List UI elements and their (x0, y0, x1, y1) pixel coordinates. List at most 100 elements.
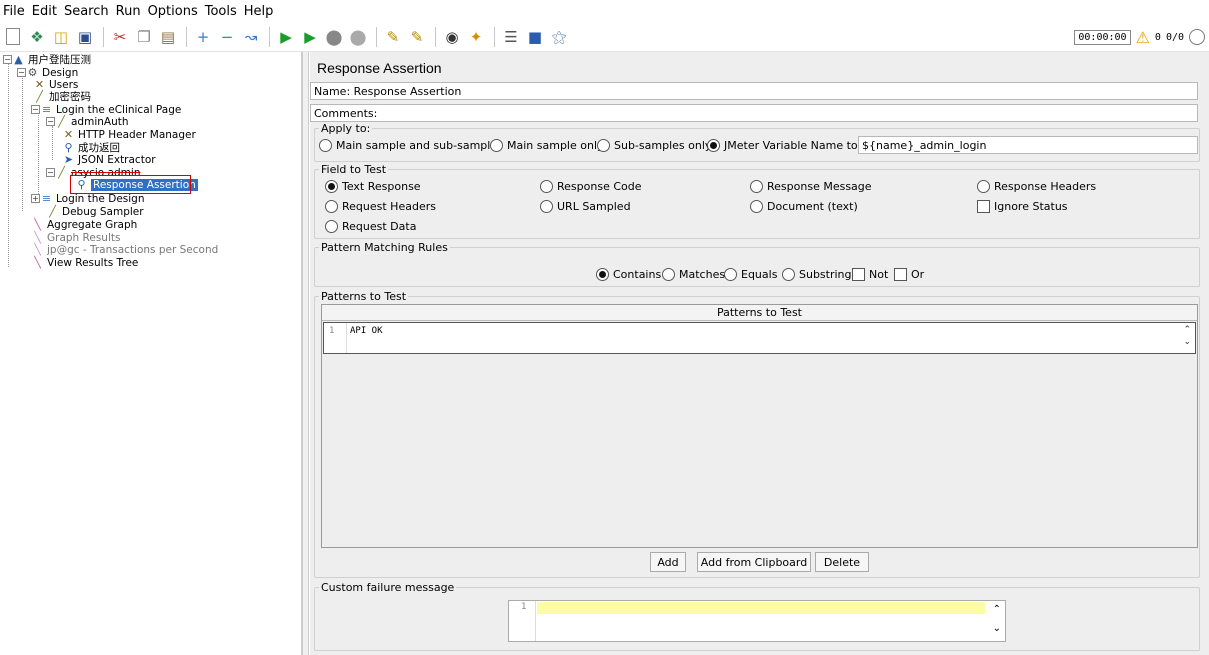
field-url-sampled-radio[interactable]: URL Sampled (540, 200, 631, 213)
field-text-response-radio[interactable]: Text Response (325, 180, 421, 193)
tree-item-adminauth[interactable]: − ╱ adminAuth (46, 115, 129, 128)
expand-icon[interactable]: + (192, 26, 214, 48)
reset-search-icon[interactable]: ✦ (465, 26, 487, 48)
toolbar: ❖ ◫ ▣ ✂ ❐ ▤ + − ↝ ▶ ▶ ⬤ ⬤ ✎ ✎ ◉ ✦ ☰ ■ ⚝ (0, 22, 1209, 52)
tree-item-json-extractor[interactable]: ➤ JSON Extractor (62, 153, 156, 166)
tree-item-view-results-tree[interactable]: ╲ View Results Tree (31, 256, 138, 269)
tree-item-encrypt[interactable]: ╱ 加密密码 (33, 90, 91, 103)
start-no-pause-icon[interactable]: ▶ (299, 26, 321, 48)
field-document-text-radio[interactable]: Document (text) (750, 200, 858, 213)
tree-item-label: jp@gc - Transactions per Second (47, 243, 219, 256)
expand-toggle[interactable]: + (31, 194, 40, 203)
new-icon[interactable] (2, 26, 24, 48)
custom-failure-editor[interactable]: 1 ⌃ ⌄ (508, 600, 1006, 642)
rule-substring-radio[interactable]: Substring (782, 268, 852, 281)
cut-icon[interactable]: ✂ (109, 26, 131, 48)
globe-icon[interactable] (1189, 29, 1205, 45)
menu-edit[interactable]: Edit (32, 4, 61, 19)
tree-item-root[interactable]: − ▲ 用户登陆压测 (3, 53, 91, 66)
config-icon: ✕ (63, 128, 74, 141)
pattern-matching-legend: Pattern Matching Rules (319, 241, 450, 254)
tree-item-label: adminAuth (71, 115, 129, 128)
apply-main-only-radio[interactable]: Main sample only (490, 139, 604, 152)
shutdown-icon[interactable]: ⬤ (347, 26, 369, 48)
patterns-to-test-legend: Patterns to Test (319, 290, 409, 303)
rule-matches-radio[interactable]: Matches (662, 268, 725, 281)
tree-item-login-design[interactable]: + ≡ Login the Design (31, 192, 145, 205)
stop-icon[interactable]: ⬤ (323, 26, 345, 48)
split-pane-divider[interactable] (302, 52, 309, 655)
tree-item-debug-sampler[interactable]: ╱ Debug Sampler (46, 205, 143, 218)
delete-button[interactable]: Delete (815, 552, 869, 572)
collapse-toggle[interactable]: − (31, 105, 40, 114)
collapse-toggle[interactable]: − (3, 55, 12, 64)
toolbar-separator (269, 26, 270, 47)
scroll-up-icon[interactable]: ⌃ (993, 604, 1001, 615)
field-request-headers-radio[interactable]: Request Headers (325, 200, 436, 213)
menu-run[interactable]: Run (116, 4, 145, 19)
toolbar-separator (103, 26, 104, 47)
copy-icon[interactable]: ❐ (133, 26, 155, 48)
field-response-code-radio[interactable]: Response Code (540, 180, 642, 193)
rule-or-checkbox[interactable]: Or (894, 268, 924, 281)
field-request-data-radio[interactable]: Request Data (325, 220, 416, 233)
save-icon[interactable]: ▣ (74, 26, 96, 48)
thread-count: 0/0 (1165, 31, 1184, 43)
line-gutter (346, 323, 347, 353)
menu-tools[interactable]: Tools (205, 4, 241, 19)
scroll-down-icon[interactable]: ⌄ (993, 623, 1001, 634)
templates-icon[interactable]: ❖ (26, 26, 48, 48)
tree-item-label: Graph Results (47, 231, 121, 244)
field-response-message-radio[interactable]: Response Message (750, 180, 872, 193)
tree-item-label: Design (42, 66, 79, 79)
name-field[interactable]: Response Assertion (354, 85, 462, 98)
listener-icon: ╲ (34, 243, 41, 256)
status-area: 00:00:00 ⚠ 0 0/0 (1074, 26, 1205, 48)
element-editor-panel: Response Assertion Name: Response Assert… (310, 52, 1209, 655)
clear-all-icon[interactable]: ✎ (406, 26, 428, 48)
collapse-icon[interactable]: − (216, 26, 238, 48)
add-button[interactable]: Add (650, 552, 686, 572)
apply-to-group: Apply to: Main sample and sub-samples Ma… (314, 122, 1200, 162)
collapse-toggle[interactable]: − (46, 168, 55, 177)
open-icon[interactable]: ◫ (50, 26, 72, 48)
function-helper-icon[interactable]: ☰ (500, 26, 522, 48)
add-from-clipboard-button[interactable]: Add from Clipboard (697, 552, 811, 572)
controller-icon: ≡ (41, 192, 52, 205)
search-icon[interactable]: ◉ (441, 26, 463, 48)
rule-not-checkbox[interactable]: Not (852, 268, 888, 281)
toggle-icon[interactable]: ↝ (240, 26, 262, 48)
remote-icon[interactable]: ⚝ (548, 26, 570, 48)
menu-file[interactable]: File (3, 4, 29, 19)
apply-jmeter-variable-radio[interactable]: JMeter Variable Name to use (707, 139, 881, 152)
rule-equals-radio[interactable]: Equals (724, 268, 777, 281)
paste-icon[interactable]: ▤ (157, 26, 179, 48)
help-icon[interactable]: ■ (524, 26, 546, 48)
table-row[interactable]: 1 API OK ⌃ ⌄ (323, 322, 1196, 354)
apply-sub-only-radio[interactable]: Sub-samples only (597, 139, 711, 152)
scroll-down-icon[interactable]: ⌄ (1183, 337, 1191, 347)
warning-icon[interactable]: ⚠ (1136, 28, 1150, 47)
tree-item-aggregate-graph[interactable]: ╲ Aggregate Graph (31, 218, 137, 231)
field-response-headers-radio[interactable]: Response Headers (977, 180, 1096, 193)
collapse-toggle[interactable]: − (17, 68, 26, 77)
menu-search[interactable]: Search (64, 4, 113, 19)
field-to-test-legend: Field to Test (319, 163, 389, 176)
scroll-up-icon[interactable]: ⌃ (1183, 325, 1191, 335)
clear-icon[interactable]: ✎ (382, 26, 404, 48)
tree-item-tps[interactable]: ╲ jp@gc - Transactions per Second (31, 243, 218, 256)
patterns-column-header[interactable]: Patterns to Test (322, 305, 1197, 321)
menu-options[interactable]: Options (148, 4, 202, 19)
start-icon[interactable]: ▶ (275, 26, 297, 48)
collapse-toggle[interactable]: − (46, 117, 55, 126)
menu-help[interactable]: Help (244, 4, 278, 19)
comments-row: Comments: (310, 104, 1198, 122)
ignore-status-checkbox[interactable]: Ignore Status (977, 200, 1068, 213)
line-number: 1 (521, 602, 527, 612)
current-line-highlight (537, 602, 985, 614)
pattern-text[interactable]: API OK (350, 326, 383, 336)
apply-to-legend: Apply to: (319, 122, 373, 135)
jmeter-variable-input[interactable]: ${name}_admin_login (858, 136, 1198, 154)
apply-main-and-sub-radio[interactable]: Main sample and sub-samples (319, 139, 503, 152)
rule-contains-radio[interactable]: Contains (596, 268, 661, 281)
